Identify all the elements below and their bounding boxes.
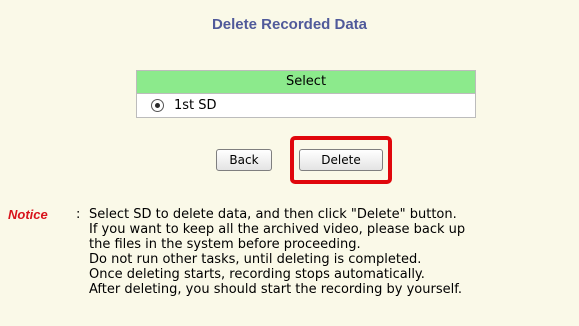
notice-label: Notice <box>8 207 48 222</box>
notice-separator: : <box>76 207 81 222</box>
page-title: Delete Recorded Data <box>211 16 368 33</box>
sd-option-label: 1st SD <box>174 98 217 113</box>
sd-radio-button[interactable] <box>151 99 164 112</box>
delete-button[interactable]: Delete <box>299 149 383 171</box>
notice-line: Select SD to delete data, and then click… <box>89 207 457 222</box>
sd-option-row[interactable]: 1st SD <box>137 94 475 117</box>
notice-line: Do not run other tasks, until deleting i… <box>89 252 422 267</box>
notice-line: Once deleting starts, recording stops au… <box>89 267 425 282</box>
notice-line: If you want to keep all the archived vid… <box>89 222 466 237</box>
back-button[interactable]: Back <box>216 149 272 171</box>
notice-line: After deleting, you should start the rec… <box>89 282 462 297</box>
notice-text: Select SD to delete data, and then click… <box>89 207 465 297</box>
notice-line: the files in the system before proceedin… <box>89 237 361 252</box>
delete-recorded-data-page: Delete Recorded Data Select 1st SD Back … <box>0 0 579 326</box>
select-column-header: Select <box>137 71 475 94</box>
sd-select-table: Select 1st SD <box>136 70 476 118</box>
